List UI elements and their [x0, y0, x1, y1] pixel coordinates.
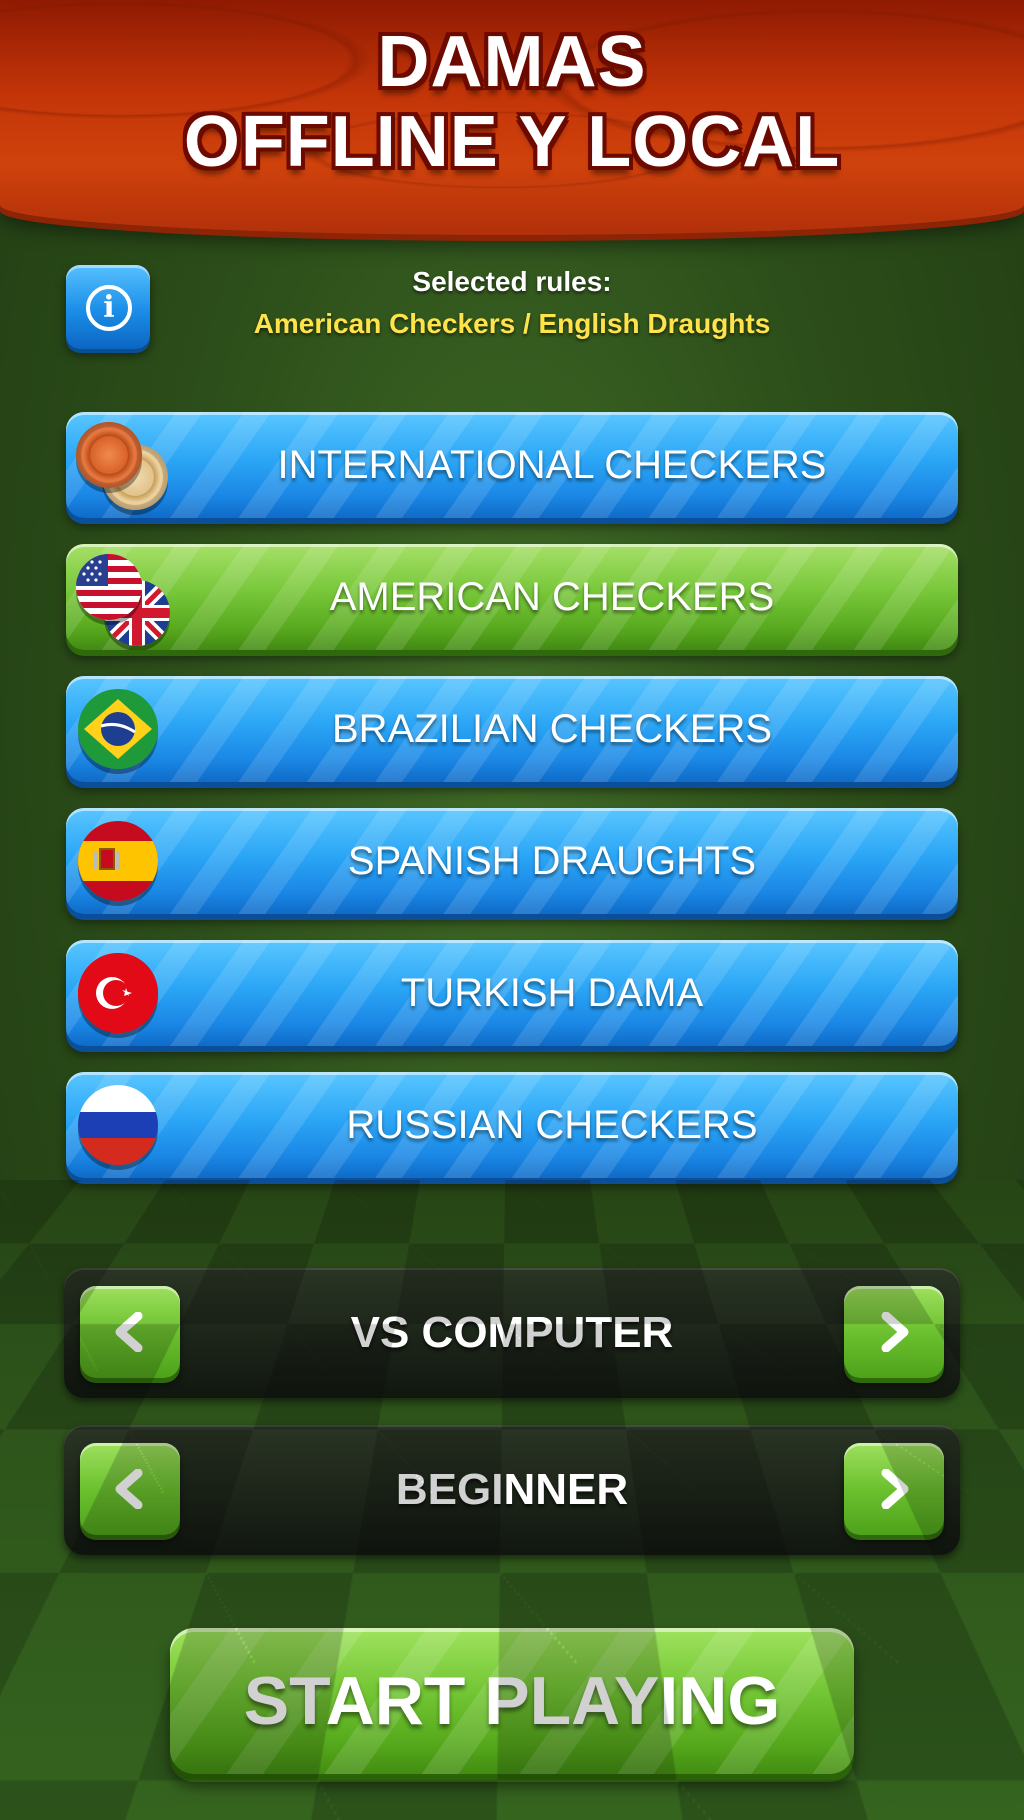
variant-label: RUSSIAN CHECKERS [346, 1103, 758, 1147]
usa-flag-icon [76, 554, 142, 620]
spain-flag-icon [78, 821, 158, 901]
difficulty-prev-button[interactable] [80, 1443, 180, 1535]
chevron-right-icon [881, 1469, 909, 1509]
mode-selector: VS COMPUTER [64, 1268, 960, 1398]
title-line-2: OFFLINE Y LOCAL [183, 102, 841, 182]
variant-label: TURKISH DAMA [400, 971, 704, 1015]
chevron-left-icon [115, 1312, 143, 1352]
russia-flag-icon [78, 1085, 158, 1165]
mode-value: VS COMPUTER [350, 1308, 674, 1357]
chevron-left-icon [115, 1469, 143, 1509]
variant-russian-checkers[interactable]: RUSSIAN CHECKERS [66, 1072, 958, 1178]
start-playing-label: START PLAYING [243, 1663, 781, 1739]
info-icon: i [86, 285, 132, 331]
mode-next-button[interactable] [844, 1286, 944, 1378]
selected-rules-value: American Checkers / English Draughts [253, 308, 771, 339]
selected-rules-label: Selected rules: [412, 266, 612, 297]
start-playing-button[interactable]: START PLAYING [170, 1628, 854, 1774]
chevron-right-icon [881, 1312, 909, 1352]
variant-label: BRAZILIAN CHECKERS [331, 707, 773, 751]
wooden-piece-dark-icon [76, 422, 142, 488]
variant-label: AMERICAN CHECKERS [329, 575, 775, 619]
turkey-flag-icon [78, 953, 158, 1033]
variant-spanish-draughts[interactable]: SPANISH DRAUGHTS [66, 808, 958, 914]
difficulty-value: BEGINNER [395, 1465, 629, 1514]
variant-brazilian-checkers[interactable]: BRAZILIAN CHECKERS [66, 676, 958, 782]
variant-label: SPANISH DRAUGHTS [347, 839, 757, 883]
variant-turkish-dama[interactable]: TURKISH DAMA [66, 940, 958, 1046]
mode-prev-button[interactable] [80, 1286, 180, 1378]
variant-international-checkers[interactable]: INTERNATIONAL CHECKERS [66, 412, 958, 518]
title-line-1: DAMAS [377, 22, 647, 102]
variant-american-checkers[interactable]: AMERICAN CHECKERS [66, 544, 958, 650]
difficulty-selector: BEGINNER [64, 1425, 960, 1555]
info-button[interactable]: i [66, 265, 150, 349]
variant-label: INTERNATIONAL CHECKERS [277, 443, 827, 487]
header-banner: DAMAS OFFLINE Y LOCAL [0, 0, 1024, 235]
difficulty-next-button[interactable] [844, 1443, 944, 1535]
brazil-flag-icon [78, 689, 158, 769]
